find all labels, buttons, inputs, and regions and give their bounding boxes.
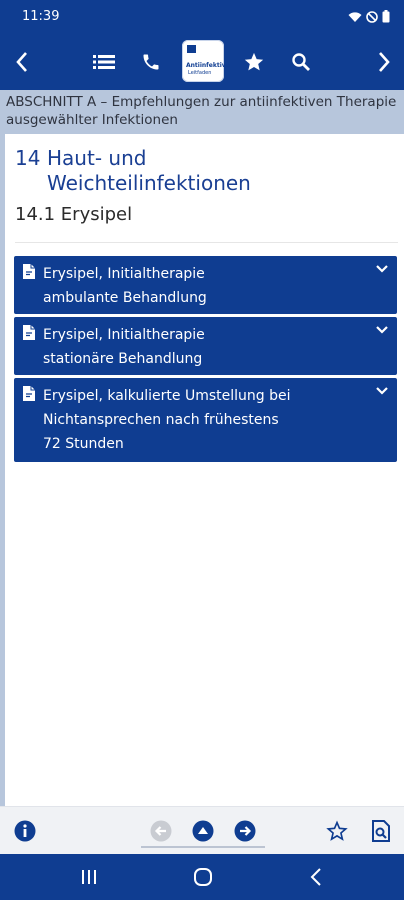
home-icon: [194, 868, 212, 886]
search-document-icon: [372, 820, 390, 842]
back-button[interactable]: [2, 42, 42, 82]
status-bar: 11:39: [0, 0, 404, 34]
accordion-title: Erysipel, Initialtherapie stationäre Beh…: [43, 323, 205, 371]
logo-title: Antiinfektiva: [186, 62, 230, 69]
next-button[interactable]: [233, 819, 257, 843]
chevron-down-icon: [376, 326, 388, 334]
chevron-down-icon: [376, 387, 388, 395]
previous-icon: [150, 820, 172, 842]
chapter-heading: 14 Haut- und Weichteilinfektionen: [15, 146, 395, 196]
document-icon: [23, 386, 35, 401]
accordion-item[interactable]: Erysipel, Initialtherapie stationäre Beh…: [14, 317, 397, 375]
favorite-button[interactable]: [234, 42, 274, 82]
content-area: 14 Haut- und Weichteilinfektionen 14.1 Er…: [5, 134, 404, 806]
document-icon: [23, 264, 35, 279]
star-icon: [244, 52, 264, 71]
search-document-button[interactable]: [369, 819, 393, 843]
accordion-title-line: 72 Stunden: [43, 436, 124, 452]
accordion-title-line: stationäre Behandlung: [43, 351, 203, 367]
accordion-item[interactable]: Erysipel, kalkulierte Umstellung bei Nic…: [14, 378, 397, 462]
forward-button[interactable]: [364, 42, 404, 82]
up-button[interactable]: [191, 819, 215, 843]
search-icon: [292, 53, 310, 71]
next-icon: [234, 820, 256, 842]
star-outline-icon: [326, 820, 348, 841]
status-icons: [348, 10, 390, 23]
battery-icon: [382, 10, 390, 23]
do-not-disturb-icon: [366, 10, 378, 23]
chevron-down-icon: [376, 265, 388, 273]
chapter-title-line1: Haut- und: [47, 146, 147, 170]
subsection-heading: 14.1 Erysipel: [15, 204, 133, 225]
document-icon: [23, 325, 35, 340]
wifi-icon: [348, 11, 362, 22]
system-back-button[interactable]: [305, 867, 327, 887]
accordion-title-line: Erysipel, Initialtherapie: [43, 266, 205, 282]
list-icon: [93, 55, 115, 69]
search-button[interactable]: [281, 42, 321, 82]
accordion-title: Erysipel, kalkulierte Umstellung bei Nic…: [43, 384, 290, 456]
contents-button[interactable]: [84, 42, 124, 82]
phone-button[interactable]: [131, 42, 171, 82]
phone-icon: [143, 54, 159, 70]
favorite-toolbar-button[interactable]: [325, 819, 349, 843]
recents-button[interactable]: [78, 867, 100, 887]
chapter-number: 14: [15, 146, 41, 170]
chapter-title-line2: Weichteilinfektionen: [47, 171, 251, 195]
previous-button[interactable]: [149, 819, 173, 843]
home-button[interactable]: [192, 867, 214, 887]
section-header: ABSCHNITT A – Empfehlungen zur antiinfek…: [0, 90, 404, 134]
accordion-title: Erysipel, Initialtherapie ambulante Beha…: [43, 262, 207, 310]
info-icon: [14, 820, 36, 842]
up-icon: [192, 820, 214, 842]
recents-icon: [82, 870, 96, 884]
pager-indicator: [141, 846, 265, 848]
logo-subtitle: Leitfaden: [188, 70, 212, 76]
divider: [15, 242, 398, 243]
app-logo[interactable]: Antiinfektiva Leitfaden: [182, 40, 230, 82]
accordion-title-line: ambulante Behandlung: [43, 290, 207, 306]
info-button[interactable]: [13, 819, 37, 843]
logo-mark: [187, 45, 196, 53]
accordion-title-line: Nichtansprechen nach frühestens: [43, 412, 279, 428]
system-nav-bar: [0, 854, 404, 900]
status-time: 11:39: [22, 9, 60, 24]
back-icon: [310, 868, 321, 886]
accordion-item[interactable]: Erysipel, Initialtherapie ambulante Beha…: [14, 256, 397, 314]
back-arrow-icon: [16, 52, 27, 72]
accordion-title-line: Erysipel, Initialtherapie: [43, 327, 205, 343]
accordion-title-line: Erysipel, kalkulierte Umstellung bei: [43, 388, 291, 404]
forward-arrow-icon: [379, 52, 390, 72]
